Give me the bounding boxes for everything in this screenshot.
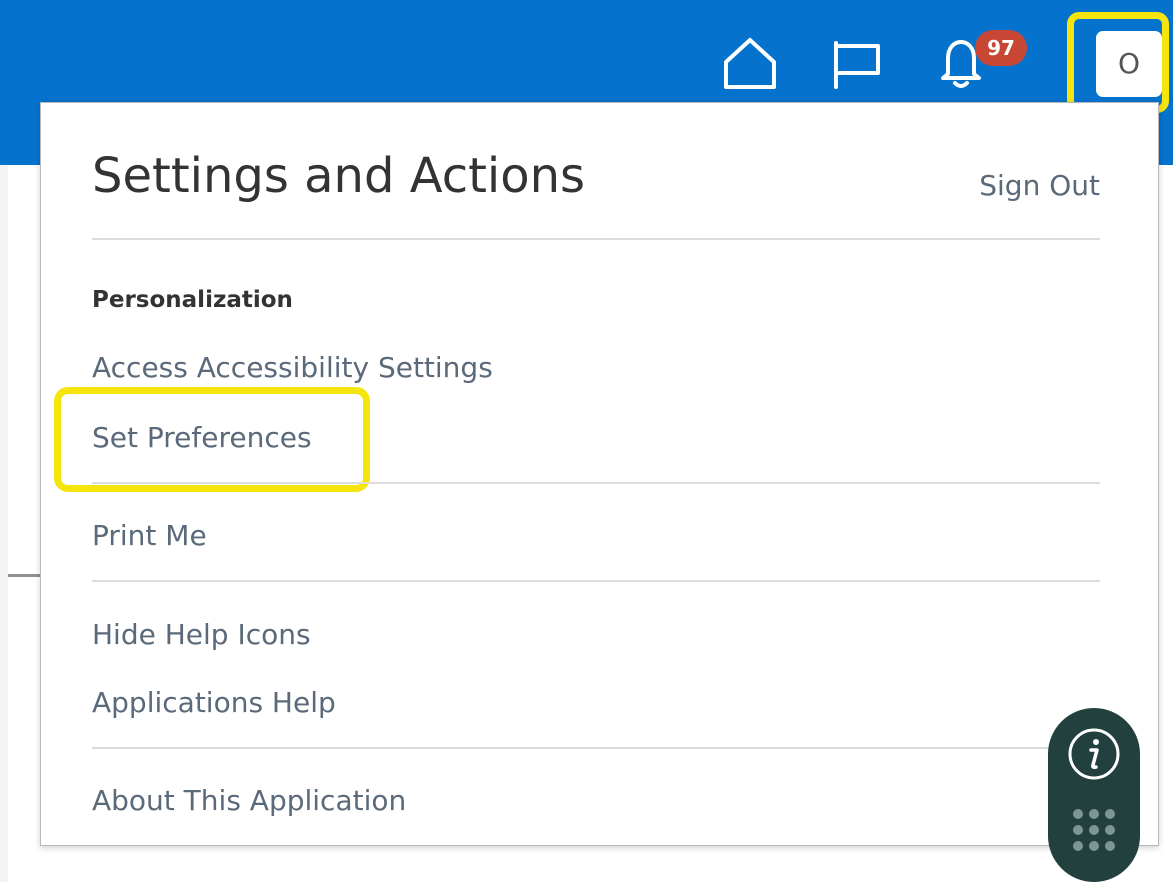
- menu-divider: [92, 238, 1100, 240]
- page-background-strip: [0, 165, 8, 882]
- access-accessibility-settings-link[interactable]: Access Accessibility Settings: [92, 349, 493, 387]
- print-me-link[interactable]: Print Me: [92, 517, 207, 555]
- home-icon[interactable]: [722, 36, 778, 90]
- menu-divider: [92, 747, 1100, 749]
- about-this-application-link[interactable]: About This Application: [92, 782, 406, 820]
- notification-count-badge[interactable]: 97: [975, 30, 1027, 66]
- personalization-heading: Personalization: [92, 287, 293, 313]
- user-avatar-button[interactable]: O: [1096, 31, 1162, 97]
- menu-divider: [92, 580, 1100, 582]
- preferences-highlight-frame: [54, 387, 370, 492]
- apps-grid-icon[interactable]: [1070, 806, 1118, 854]
- info-icon[interactable]: [1066, 726, 1122, 782]
- sign-out-link[interactable]: Sign Out: [979, 168, 1100, 204]
- background-divider: [8, 574, 42, 577]
- hide-help-icons-link[interactable]: Hide Help Icons: [92, 616, 311, 654]
- menu-title: Settings and Actions: [92, 148, 586, 204]
- applications-help-link[interactable]: Applications Help: [92, 684, 336, 722]
- flag-icon[interactable]: [832, 41, 882, 89]
- menu-divider: [92, 482, 1100, 484]
